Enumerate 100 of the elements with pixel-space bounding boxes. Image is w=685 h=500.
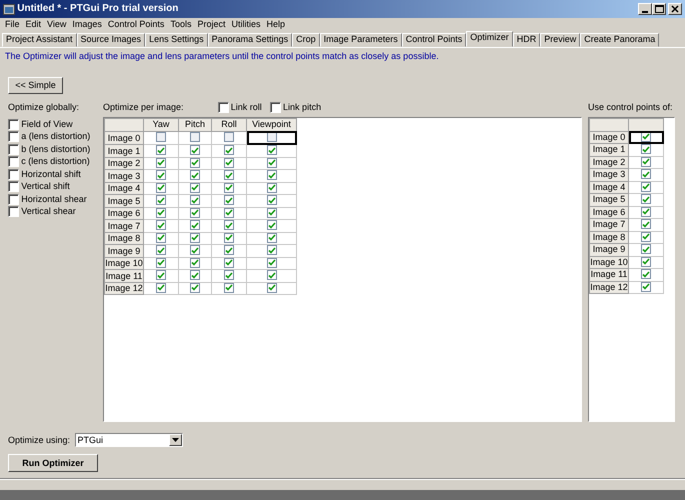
tab[interactable]: Panorama Settings — [208, 33, 292, 47]
checkbox[interactable] — [641, 144, 651, 154]
checkbox[interactable] — [266, 145, 276, 156]
checkbox[interactable] — [8, 118, 19, 130]
checkbox[interactable] — [8, 194, 19, 205]
checkbox[interactable] — [156, 258, 166, 268]
checkbox[interactable] — [224, 132, 234, 142]
checkbox[interactable] — [266, 132, 276, 142]
tab[interactable]: Source Images — [76, 33, 146, 47]
checkbox[interactable] — [266, 245, 276, 256]
close-icon[interactable] — [668, 3, 682, 15]
checkbox[interactable] — [224, 258, 234, 268]
checkbox[interactable] — [641, 232, 651, 242]
checkbox[interactable] — [641, 219, 651, 230]
tab[interactable]: Preview — [540, 33, 580, 47]
menu-item[interactable]: Edit — [22, 19, 44, 30]
checkbox[interactable] — [224, 195, 234, 206]
checkbox[interactable] — [8, 144, 19, 155]
checkbox[interactable] — [266, 220, 276, 230]
checkbox[interactable] — [156, 170, 166, 180]
checkbox[interactable] — [156, 232, 166, 243]
checkbox[interactable] — [224, 158, 234, 168]
menu-item[interactable]: Project — [194, 19, 228, 30]
tab[interactable]: Image Parameters — [320, 33, 402, 47]
checkbox[interactable] — [641, 132, 651, 142]
checkbox[interactable] — [190, 208, 200, 218]
checkbox[interactable] — [224, 232, 234, 243]
tab[interactable]: Optimizer — [466, 31, 513, 47]
checkbox[interactable] — [266, 195, 276, 206]
checkbox[interactable] — [190, 270, 200, 280]
checkbox[interactable] — [224, 220, 234, 230]
minimize-icon[interactable] — [638, 3, 652, 15]
checkbox[interactable] — [190, 145, 200, 156]
checkbox[interactable] — [190, 282, 200, 293]
simple-button[interactable]: << Simple — [8, 77, 63, 94]
checkbox[interactable] — [266, 282, 276, 293]
menu-item[interactable]: View — [44, 19, 70, 30]
checkbox[interactable] — [641, 269, 651, 280]
checkbox[interactable] — [156, 282, 166, 293]
checkbox[interactable] — [641, 182, 651, 192]
maximize-icon[interactable] — [652, 3, 666, 15]
checkbox[interactable] — [224, 282, 234, 293]
checkbox[interactable] — [190, 132, 200, 142]
checkbox[interactable] — [8, 156, 19, 168]
checkbox[interactable] — [266, 232, 276, 243]
checkbox[interactable] — [641, 156, 651, 167]
checkbox[interactable] — [266, 270, 276, 280]
checkbox[interactable] — [224, 208, 234, 218]
checkbox[interactable] — [266, 170, 276, 180]
tab[interactable]: Crop — [292, 33, 320, 47]
checkbox[interactable] — [156, 132, 166, 142]
menu-item[interactable]: Control Points — [104, 19, 168, 30]
checkbox[interactable] — [266, 258, 276, 268]
checkbox[interactable] — [156, 245, 166, 256]
checkbox[interactable] — [8, 131, 19, 142]
menu-item[interactable]: File — [2, 19, 23, 30]
checkbox[interactable] — [156, 208, 166, 218]
tab[interactable]: HDR — [512, 33, 540, 47]
menu-item[interactable]: Images — [69, 19, 105, 30]
checkbox[interactable] — [218, 102, 229, 113]
checkbox[interactable] — [190, 245, 200, 256]
checkbox[interactable] — [156, 220, 166, 230]
checkbox[interactable] — [190, 220, 200, 230]
checkbox[interactable] — [156, 145, 166, 156]
tab[interactable]: Control Points — [402, 33, 466, 47]
checkbox[interactable] — [270, 102, 281, 113]
menu-item[interactable]: Help — [263, 19, 288, 30]
checkbox[interactable] — [224, 270, 234, 280]
checkbox[interactable] — [641, 256, 651, 267]
checkbox[interactable] — [641, 244, 651, 254]
menu-item[interactable]: Tools — [167, 19, 194, 30]
checkbox[interactable] — [641, 169, 651, 180]
focused-cell[interactable] — [246, 131, 296, 145]
tab[interactable]: Create Panorama — [580, 33, 660, 47]
checkbox[interactable] — [156, 195, 166, 206]
checkbox[interactable] — [266, 182, 276, 193]
checkbox[interactable] — [224, 170, 234, 180]
checkbox[interactable] — [641, 206, 651, 217]
checkbox[interactable] — [190, 195, 200, 206]
checkbox[interactable] — [266, 158, 276, 168]
checkbox[interactable] — [641, 194, 651, 204]
checkbox[interactable] — [224, 245, 234, 256]
checkbox[interactable] — [224, 182, 234, 193]
menu-item[interactable]: Utilities — [228, 19, 264, 30]
checkbox[interactable] — [156, 182, 166, 193]
checkbox[interactable] — [8, 206, 19, 218]
tab[interactable]: Project Assistant — [2, 33, 77, 47]
checkbox[interactable] — [156, 158, 166, 168]
checkbox[interactable] — [641, 282, 651, 292]
checkbox[interactable] — [8, 181, 19, 192]
dropdown[interactable]: PTGui — [74, 433, 183, 447]
checkbox[interactable] — [266, 208, 276, 218]
checkbox[interactable] — [156, 270, 166, 280]
checkbox[interactable] — [190, 182, 200, 193]
checkbox[interactable] — [190, 258, 200, 268]
checkbox[interactable] — [190, 232, 200, 243]
run-optimizer-button[interactable]: Run Optimizer — [8, 454, 98, 472]
focused-cell[interactable] — [628, 131, 664, 144]
checkbox[interactable] — [224, 145, 234, 156]
checkbox[interactable] — [190, 158, 200, 168]
